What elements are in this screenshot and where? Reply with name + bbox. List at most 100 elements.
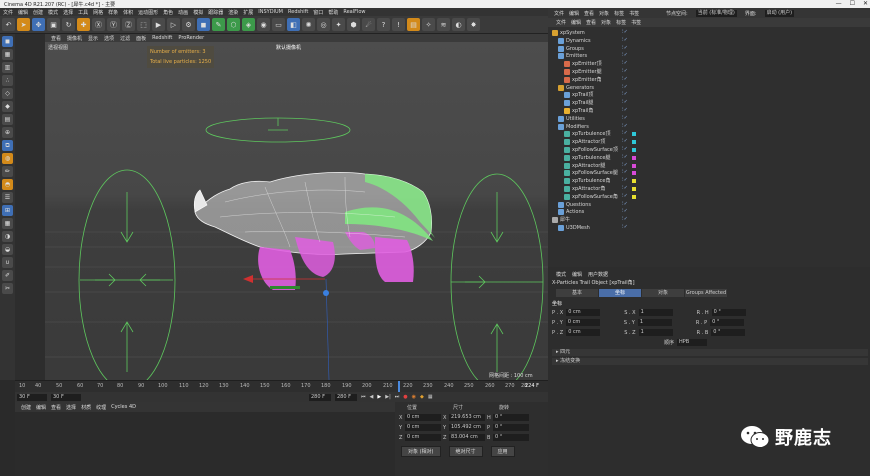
coord-system-icon[interactable]: ⬚ (137, 18, 150, 31)
workplane-icon[interactable]: ▥ (2, 62, 13, 73)
axis-z-icon[interactable]: Ⓩ (122, 18, 135, 31)
object-tree-item[interactable]: xpTrail角 (564, 107, 593, 115)
goto-start-icon[interactable]: ⏮ (361, 394, 366, 400)
xp-question-icon[interactable]: ? (377, 18, 390, 31)
vp-menu-filter[interactable]: 过滤 (120, 35, 130, 42)
autokey-icon[interactable]: ◉ (412, 394, 416, 400)
om-menu-file[interactable]: 文件 (556, 19, 566, 26)
mat-menu-cycles4d[interactable]: Cycles 4D (111, 404, 136, 410)
paint-icon[interactable]: ✏ (2, 166, 13, 177)
layer-icon[interactable]: ☰ (2, 192, 13, 203)
solo-icon[interactable]: ◑ (2, 231, 13, 242)
menu-volume[interactable]: 体积 (123, 9, 133, 16)
attr-sx-field[interactable]: 1 (638, 309, 673, 316)
attr-pz-field[interactable]: 0 cm (566, 329, 601, 336)
vp-menu-options[interactable]: 选项 (104, 35, 114, 42)
minimize-button[interactable]: — (836, 0, 842, 7)
visibility-check-icon[interactable]: ⁝✓ (622, 60, 630, 66)
render-settings-icon[interactable]: ⚙ (182, 18, 195, 31)
object-tree-item[interactable]: xpTurbulence顶 (564, 130, 610, 138)
object-tree-item[interactable]: Utilities (558, 115, 585, 123)
object-tree-item[interactable]: Actions (558, 208, 584, 216)
visibility-check-icon[interactable]: ⁝✓ (622, 154, 630, 160)
object-tree-item[interactable]: xpEmitter顶 (564, 60, 602, 68)
maximize-button[interactable]: ☐ (850, 0, 855, 7)
om-top-file[interactable]: 文件 (554, 10, 564, 17)
pos-y-field[interactable]: 0 cm (405, 424, 441, 431)
object-tree-item[interactable]: U3DMesh (558, 224, 590, 232)
record-icon[interactable]: ● (403, 394, 407, 400)
model-mode-icon[interactable]: ◼ (2, 36, 13, 47)
visibility-check-icon[interactable]: ⁝✓ (622, 169, 630, 175)
tag-icon[interactable] (632, 194, 636, 199)
visibility-check-icon[interactable]: ⁝✓ (622, 162, 630, 168)
mat-menu-texture[interactable]: 纹理 (96, 404, 106, 411)
pos-x-field[interactable]: 0 cm (405, 414, 441, 421)
om-menu-view[interactable]: 查看 (586, 19, 596, 26)
uv-mode-icon[interactable]: ▤ (2, 114, 13, 125)
deformer-icon[interactable]: ◉ (257, 18, 270, 31)
menu-select[interactable]: 选择 (63, 9, 73, 16)
menu-file[interactable]: 文件 (3, 9, 13, 16)
menu-character[interactable]: 角色 (163, 9, 173, 16)
attr-menu-mode[interactable]: 模式 (556, 271, 566, 278)
enable-axis-icon[interactable]: ⊕ (2, 127, 13, 138)
live-select-icon[interactable]: ✚ (77, 18, 90, 31)
grid-icon[interactable]: ▦ (2, 218, 13, 229)
xp-emitter-icon[interactable]: ✦ (332, 18, 345, 31)
timeline-ruler[interactable]: 10 40 50 60 70 80 90 100 110 120 130 140… (15, 380, 548, 393)
texture-mode-icon[interactable]: ▦ (2, 49, 13, 60)
om-menu-object[interactable]: 对象 (601, 19, 611, 26)
subdivision-icon[interactable]: ⬡ (227, 18, 240, 31)
menu-render[interactable]: 渲染 (228, 9, 238, 16)
om-top-tags[interactable]: 标签 (614, 10, 624, 17)
attr-menu-userdata[interactable]: 用户数据 (588, 271, 608, 278)
xp-action-icon[interactable]: ! (392, 18, 405, 31)
object-tree-item[interactable]: Groups (558, 45, 584, 53)
tab-basic[interactable]: 基本 (556, 289, 599, 297)
visibility-check-icon[interactable]: ⁝✓ (622, 138, 630, 144)
vp-menu-panel[interactable]: 面板 (136, 35, 146, 42)
object-tree-item[interactable]: Dynamics (558, 37, 591, 45)
object-tree-item[interactable]: xpEmitter角 (564, 76, 602, 84)
mat-menu-view[interactable]: 查看 (51, 404, 61, 411)
menu-window[interactable]: 窗口 (313, 9, 323, 16)
tag-icon[interactable] (632, 148, 636, 152)
camera-icon[interactable]: ◧ (287, 18, 300, 31)
edges-mode-icon[interactable]: ◇ (2, 88, 13, 99)
visibility-check-icon[interactable]: ⁝✓ (622, 177, 630, 183)
menu-animate[interactable]: 动画 (178, 9, 188, 16)
visibility-check-icon[interactable]: ⁝✓ (622, 216, 630, 222)
visibility-check-icon[interactable]: ⁝✓ (622, 76, 630, 82)
attr-px-field[interactable]: 0 cm (566, 309, 601, 316)
object-tree-item[interactable]: 犀牛 (552, 216, 570, 224)
goto-end-icon[interactable]: ⏭ (395, 394, 400, 400)
sculpt-icon[interactable]: ◍ (2, 153, 13, 164)
xp-tools-icon[interactable]: ✧ (422, 18, 435, 31)
snapping-icon[interactable]: ⧉ (2, 140, 13, 151)
object-tree-item[interactable]: xpTrail腿 (564, 99, 593, 107)
menu-extensions[interactable]: 扩展 (243, 9, 253, 16)
render-view-icon[interactable]: ▶ (152, 18, 165, 31)
mat-menu-material[interactable]: 材质 (81, 404, 91, 411)
size-mode-select[interactable]: 绝对尺寸 (448, 446, 483, 457)
keyframe-icon[interactable]: ◆ (420, 394, 424, 400)
undo-icon[interactable]: ↶ (2, 18, 15, 31)
mat-menu-create[interactable]: 创建 (21, 404, 31, 411)
scale-icon[interactable]: ▣ (47, 18, 60, 31)
menu-tools[interactable]: 工具 (78, 9, 88, 16)
menu-mograph[interactable]: 运动图形 (138, 9, 158, 16)
attr-menu-edit[interactable]: 编辑 (572, 271, 582, 278)
object-tree-item[interactable]: Questions (558, 201, 591, 209)
size-y-field[interactable]: 105.492 cm (449, 424, 485, 431)
menu-mesh[interactable]: 网格 (93, 9, 103, 16)
size-z-field[interactable]: 83.004 cm (449, 434, 485, 441)
cube-icon[interactable]: ◼ (197, 18, 210, 31)
rotation-order-select[interactable]: HPB (677, 339, 708, 346)
size-x-field[interactable]: 219.653 cm (449, 414, 485, 421)
visibility-check-icon[interactable]: ⁝✓ (622, 91, 630, 97)
attr-rp-field[interactable]: 0 ° (710, 319, 745, 326)
rot-p-field[interactable]: 0 ° (493, 424, 529, 431)
attr-py-field[interactable]: 0 cm (565, 319, 600, 326)
object-tree-item[interactable]: xpTurbulence腿 (564, 154, 610, 162)
